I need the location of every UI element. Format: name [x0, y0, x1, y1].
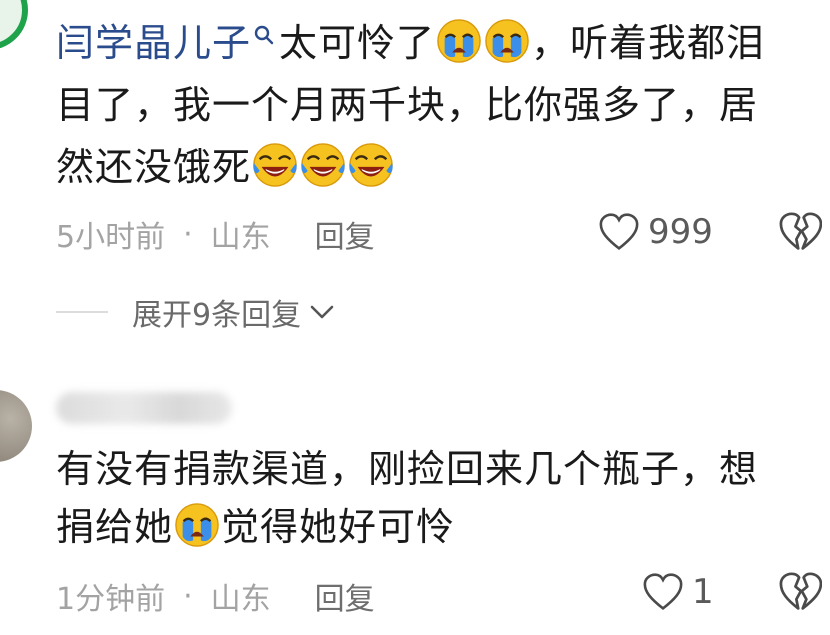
- search-icon[interactable]: [253, 24, 275, 46]
- comment-body: 闫学晶儿子 太可怜了 ，听着我都泪 目了，我一个月两千块，比你强多了，居 然还没饿死: [56, 12, 816, 198]
- crying-emoji-icon: [484, 18, 530, 64]
- comment-body: 有没有捐款渠道，刚捡回来几个瓶子，想 捐给她 觉得她好可怜: [56, 440, 816, 556]
- crying-emoji-icon: [174, 502, 220, 548]
- crying-emoji-icon: [436, 18, 482, 64]
- comment-text: 目了，我一个月两千块，比你强多了，居: [56, 83, 759, 127]
- comment-text: 太可怜了: [279, 21, 436, 65]
- separator: ·: [183, 216, 193, 252]
- reply-button[interactable]: 回复: [315, 212, 375, 256]
- divider: [56, 311, 108, 313]
- avatar[interactable]: [0, 390, 32, 462]
- heart-icon: [642, 573, 684, 611]
- expand-replies-label: 展开9条回复: [132, 298, 302, 333]
- reply-button[interactable]: 回复: [315, 574, 375, 618]
- comment-text: ，听着我都泪: [531, 21, 766, 65]
- timestamp: 5小时前: [56, 220, 166, 255]
- avatar[interactable]: [0, 0, 28, 50]
- separator: ·: [183, 578, 193, 614]
- chevron-down-icon: [310, 305, 334, 319]
- laughing-tears-emoji-icon: [252, 142, 298, 188]
- like-count: 999: [648, 212, 713, 252]
- username-blurred[interactable]: [56, 392, 232, 424]
- like-button[interactable]: 999: [598, 212, 713, 252]
- like-count: 1: [692, 572, 714, 612]
- comment-text: 有没有捐款渠道，刚捡回来几个瓶子，想: [56, 447, 759, 491]
- laughing-tears-emoji-icon: [348, 142, 394, 188]
- timestamp: 1分钟前: [56, 582, 166, 617]
- comment-section: 闫学晶儿子 太可怜了 ，听着我都泪 目了，我一个月两千块，比你强多了，居 然还没饿死…: [0, 0, 830, 635]
- laughing-tears-emoji-icon: [300, 142, 346, 188]
- username-link[interactable]: 闫学晶儿子: [56, 21, 251, 65]
- location: 山东: [210, 582, 271, 617]
- comment-meta: 1分钟前 · 山东 回复: [56, 574, 375, 618]
- comment-text: 觉得她好可怜: [221, 505, 456, 549]
- comment-meta: 5小时前 · 山东 回复: [56, 212, 375, 256]
- location: 山东: [210, 220, 271, 255]
- heart-icon: [598, 213, 640, 251]
- like-button[interactable]: 1: [642, 572, 714, 612]
- comment-text: 然还没饿死: [56, 145, 252, 189]
- broken-heart-icon[interactable]: [778, 572, 822, 612]
- expand-replies-button[interactable]: 展开9条回复: [56, 290, 335, 334]
- broken-heart-icon[interactable]: [778, 212, 822, 252]
- comment-text: 捐给她: [56, 505, 174, 549]
